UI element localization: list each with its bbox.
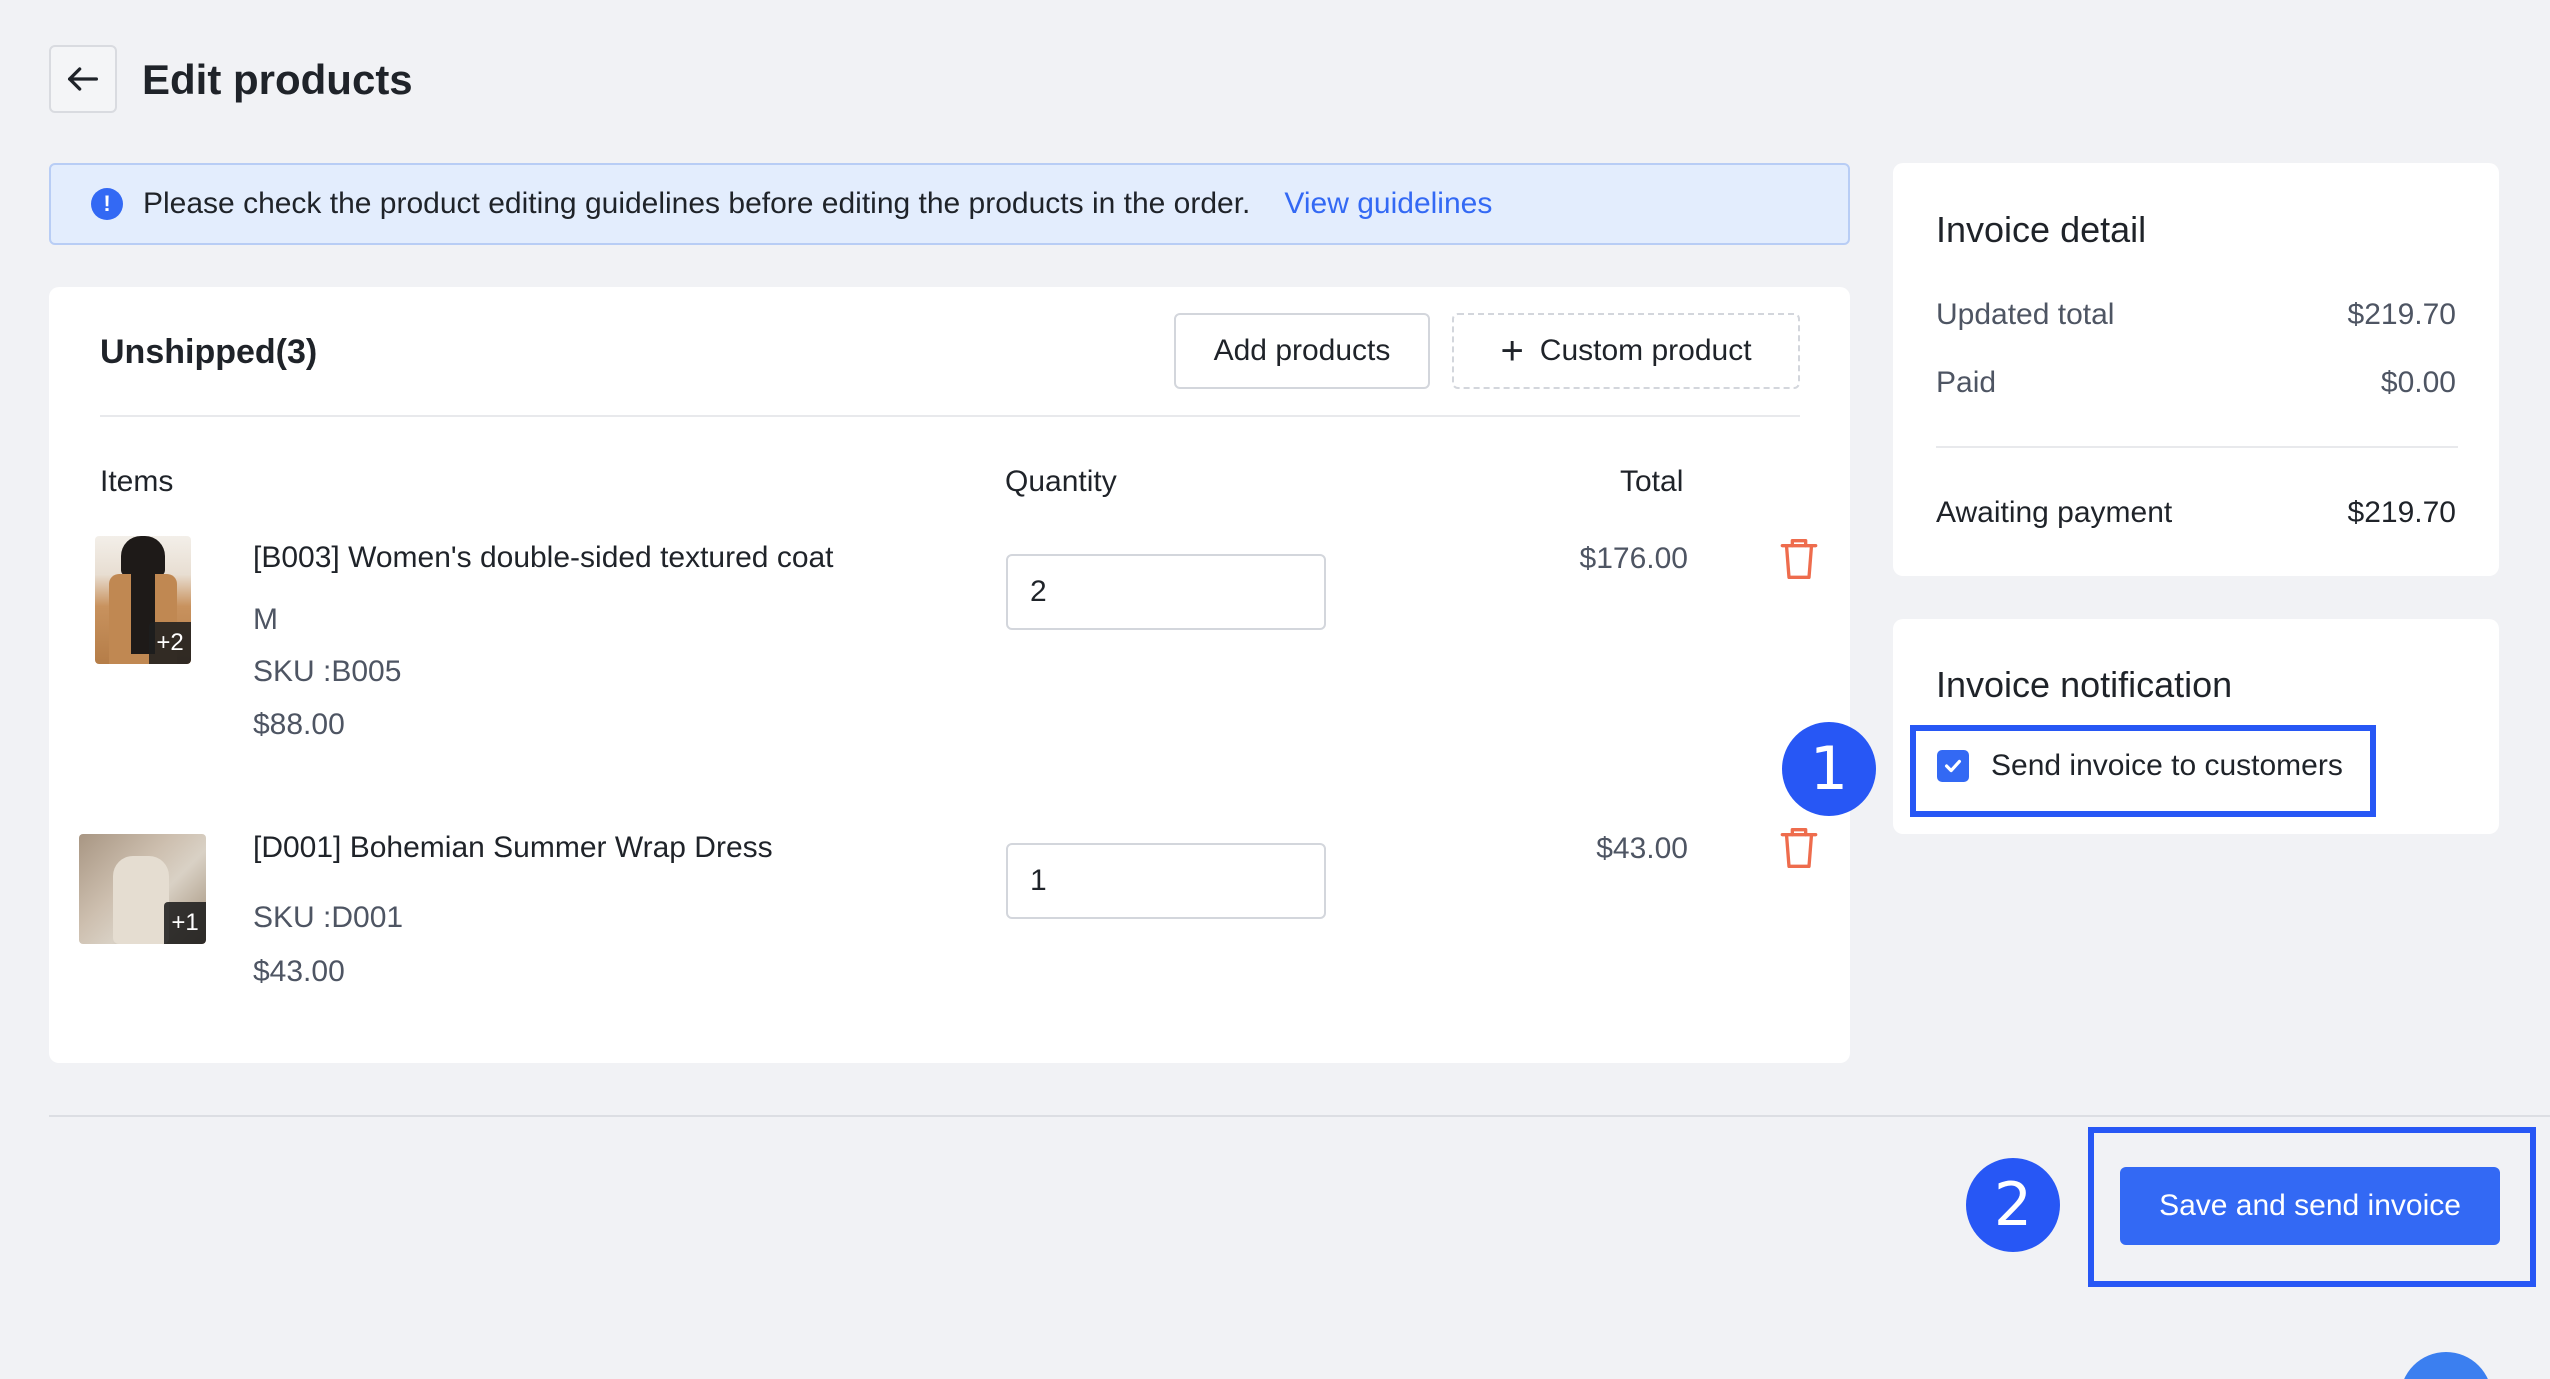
line-total: $43.00: [1596, 832, 1688, 865]
awaiting-payment-label: Awaiting payment: [1936, 496, 2173, 529]
invoice-detail-title: Invoice detail: [1936, 209, 2147, 250]
column-header-total: Total: [1620, 465, 1684, 498]
trash-icon[interactable]: [1779, 826, 1819, 870]
column-header-items: Items: [100, 465, 174, 498]
image-count-badge: +1: [164, 902, 206, 944]
paid-value: $0.00: [2380, 366, 2456, 399]
unshipped-title: Unshipped(3): [100, 333, 318, 371]
view-guidelines-link[interactable]: View guidelines: [1284, 187, 1492, 221]
product-thumbnail: +1: [79, 834, 206, 944]
add-products-button[interactable]: Add products: [1174, 313, 1430, 389]
divider: [1936, 446, 2458, 448]
line-total: $176.00: [1579, 542, 1688, 575]
product-sku: SKU :B005: [253, 655, 402, 688]
custom-product-label: Custom product: [1539, 334, 1752, 367]
product-variant: M: [253, 603, 278, 636]
help-fab-button[interactable]: [2400, 1352, 2492, 1379]
plus-icon: +: [1500, 329, 1524, 373]
product-name: [B003] Women's double-sided textured coa…: [253, 541, 834, 574]
step-1-marker: 1: [1782, 722, 1876, 816]
updated-total-label: Updated total: [1936, 298, 2115, 331]
column-header-quantity: Quantity: [1005, 465, 1117, 498]
info-icon: !: [91, 188, 123, 220]
custom-product-button[interactable]: + Custom product: [1452, 313, 1800, 389]
thumbnail-hair-shape: [121, 536, 165, 576]
back-button[interactable]: [49, 45, 117, 113]
product-name: [D001] Bohemian Summer Wrap Dress: [253, 831, 773, 864]
product-price: $43.00: [253, 955, 345, 988]
trash-icon[interactable]: [1779, 537, 1819, 581]
product-thumbnail: +2: [95, 536, 191, 664]
page-title: Edit products: [142, 56, 413, 103]
step-2-marker: 2: [1966, 1158, 2060, 1252]
awaiting-payment-value: $219.70: [2347, 496, 2456, 529]
save-and-send-invoice-button[interactable]: Save and send invoice: [2120, 1167, 2500, 1245]
paid-label: Paid: [1936, 366, 1997, 399]
quantity-input[interactable]: [1006, 843, 1326, 919]
notice-text: Please check the product editing guideli…: [143, 187, 1251, 220]
arrow-left-icon: [68, 67, 99, 91]
footer-divider: [49, 1115, 2550, 1117]
divider: [100, 415, 1800, 417]
highlight-box-step-1: [1910, 725, 2376, 817]
updated-total-value: $219.70: [2347, 298, 2456, 331]
product-sku: SKU :D001: [253, 901, 404, 934]
guidelines-notice: ! Please check the product editing guide…: [49, 163, 1850, 245]
thumbnail-dress-shape: [113, 856, 169, 944]
product-price: $88.00: [253, 708, 345, 741]
invoice-notification-title: Invoice notification: [1936, 664, 2233, 705]
quantity-input[interactable]: [1006, 554, 1326, 630]
image-count-badge: +2: [149, 622, 191, 664]
